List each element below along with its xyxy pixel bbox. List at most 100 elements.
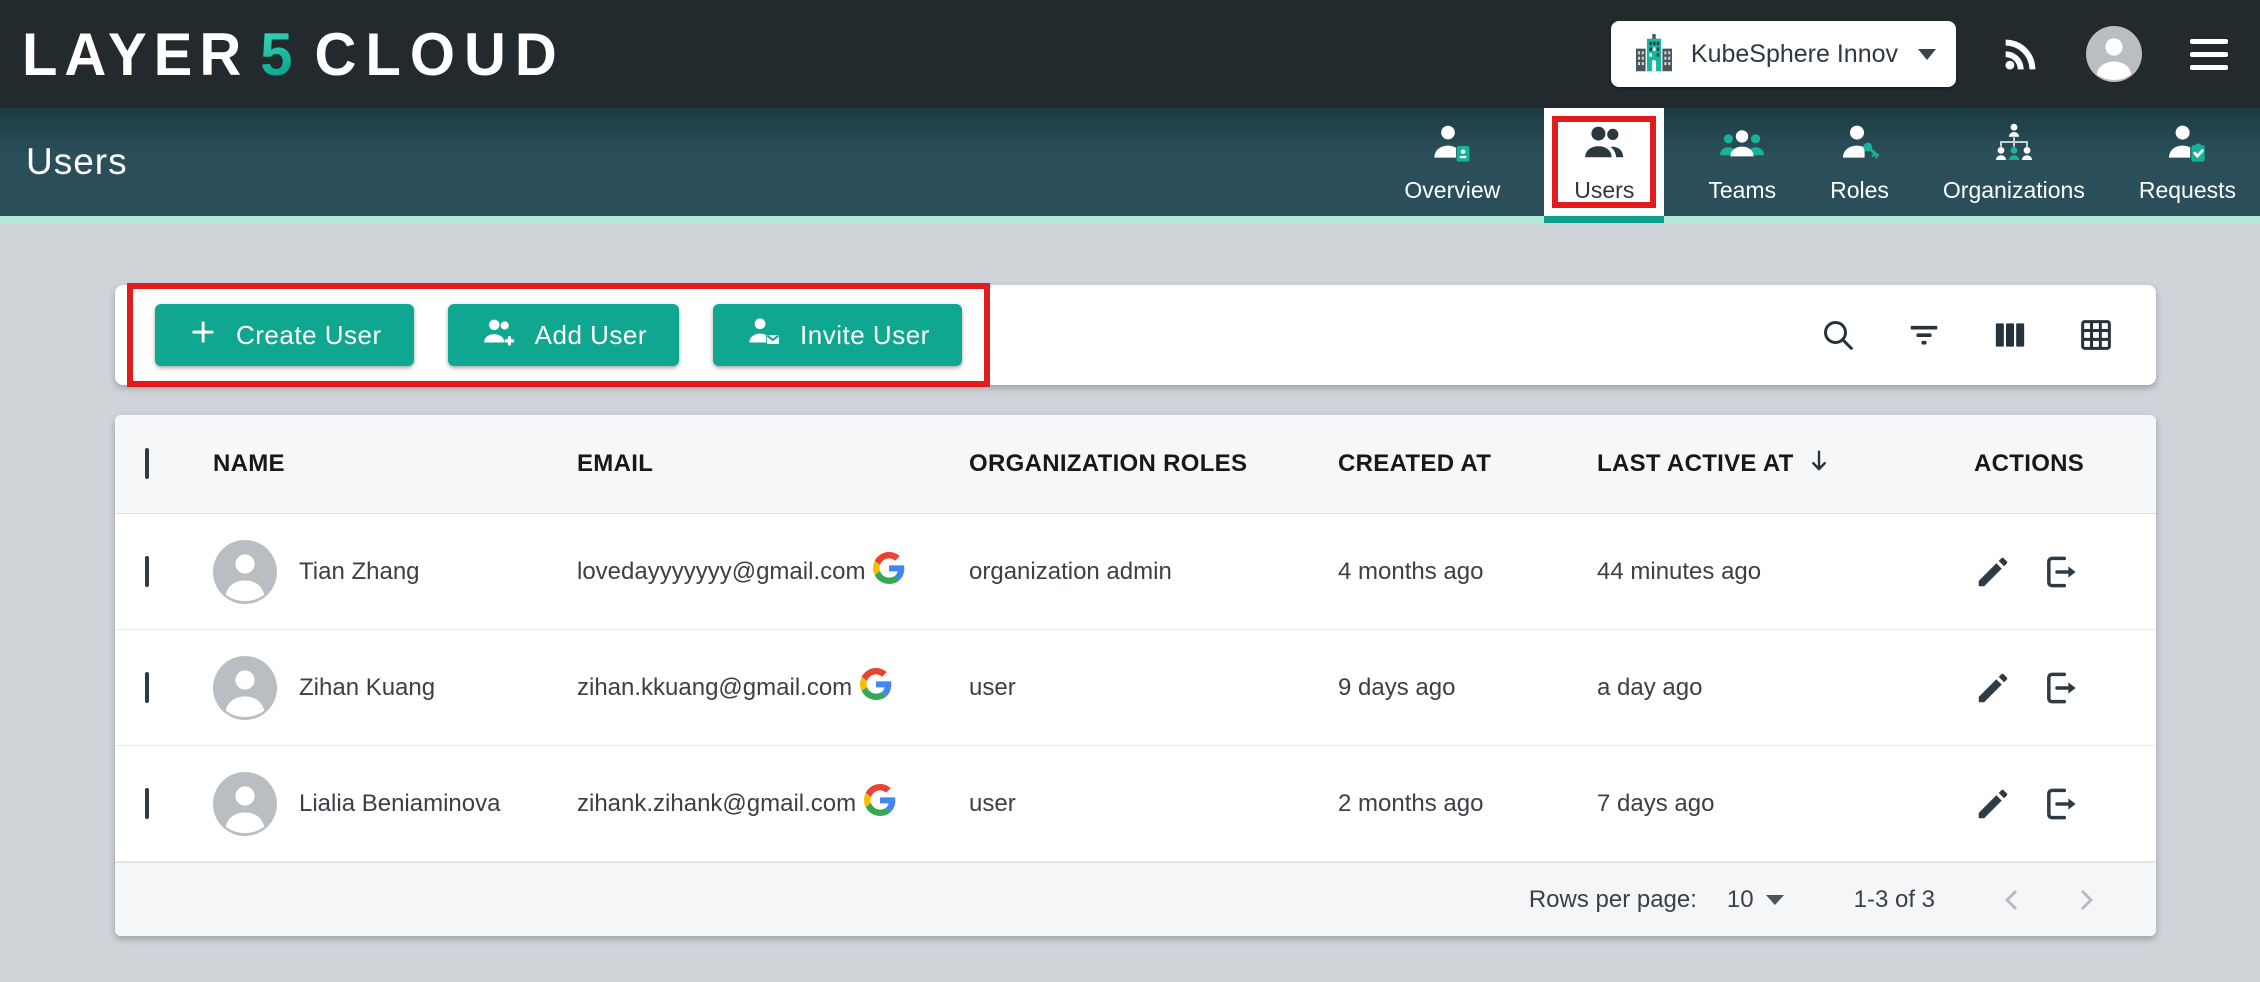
edit-user-icon[interactable] [1974,669,2012,707]
rows-per-page-value: 10 [1727,886,1754,914]
column-header-org-roles[interactable]: ORGANIZATION ROLES [969,450,1338,478]
header-actions: KubeSphere Innov [1611,21,2234,87]
sort-desc-icon [1804,446,1834,483]
column-header-last-active-at[interactable]: LAST ACTIVE AT [1597,446,1956,483]
invite-user-button[interactable]: Invite User [713,304,962,366]
created-at: 2 months ago [1338,790,1597,818]
table-header-row: NAME EMAIL ORGANIZATION ROLES CREATED AT… [115,415,2156,514]
user-email: zihan.kkuang@gmail.com [577,674,852,702]
edit-user-icon[interactable] [1974,785,2012,823]
next-page-icon[interactable] [2071,885,2101,915]
person-add-icon [480,313,518,358]
remove-user-icon[interactable] [2040,668,2080,708]
person-clipboard-icon [2163,120,2211,168]
row-checkbox[interactable] [145,788,149,819]
edit-user-icon[interactable] [1974,553,2012,591]
person-key-icon [1836,120,1884,168]
last-active-at: a day ago [1597,674,1956,702]
menu-icon[interactable] [2184,33,2234,76]
page-title: Users [0,141,128,183]
user-name: Lialia Beniaminova [299,790,500,818]
column-header-label: LAST ACTIVE AT [1597,450,1794,478]
last-active-at: 44 minutes ago [1597,558,1956,586]
chevron-down-icon [1918,49,1936,60]
annotation-box-user-buttons: Create User Add User [127,283,990,387]
avatar [213,772,277,836]
created-at: 9 days ago [1338,674,1597,702]
previous-page-icon[interactable] [1997,885,2027,915]
app-header: LAYER5 CLOUD [0,0,2260,108]
logo-text-cloud: CLOUD [315,19,566,89]
org-hierarchy-icon [1990,120,2038,168]
google-icon [864,784,896,823]
select-all-checkbox[interactable] [145,448,149,479]
column-header-created-at[interactable]: CREATED AT [1338,450,1597,478]
user-email: lovedayyyyyyy@gmail.com [577,558,865,586]
tab-teams[interactable]: Teams [1698,108,1786,216]
avatar [213,656,277,720]
filter-icon[interactable] [1904,315,1944,355]
building-icon [1631,31,1677,77]
tab-label: Overview [1404,177,1500,204]
tab-requests[interactable]: Requests [2129,108,2246,216]
pagination-range: 1-3 of 3 [1854,886,1935,914]
section-nav-bar: Users Overview [0,108,2260,216]
google-icon [873,552,905,591]
add-user-button[interactable]: Add User [448,304,679,366]
add-user-label: Add User [535,320,647,351]
create-user-label: Create User [236,320,382,351]
org-roles: user [969,790,1338,818]
row-checkbox[interactable] [145,556,149,587]
users-toolbar: Create User Add User [115,285,2156,385]
tab-roles[interactable]: Roles [1820,108,1899,216]
table-tools [1818,315,2116,355]
column-header-name[interactable]: NAME [213,450,577,478]
nav-tabs: Overview Users [1394,108,2260,216]
rss-feed-icon[interactable] [1998,31,2044,77]
column-header-actions: ACTIONS [1956,450,2156,478]
layer5-cloud-logo[interactable]: LAYER5 CLOUD [22,21,566,88]
org-roles: organization admin [969,558,1338,586]
tab-label: Roles [1830,177,1889,204]
org-roles: user [969,674,1338,702]
user-name: Tian Zhang [299,558,420,586]
view-columns-icon[interactable] [1990,315,2030,355]
tab-label: Teams [1708,177,1776,204]
chevron-down-icon [1766,895,1784,905]
person-badge-icon [1428,120,1476,168]
user-name: Zihan Kuang [299,674,435,702]
tab-label: Organizations [1943,177,2085,204]
nav-accent-line [0,216,2260,223]
user-avatar[interactable] [2086,26,2142,82]
grid-view-icon[interactable] [2076,315,2116,355]
rows-per-page-label: Rows per page: [1529,886,1697,914]
last-active-at: 7 days ago [1597,790,1956,818]
table-row[interactable]: Zihan Kuang zihan.kkuang@gmail.com user … [115,630,2156,746]
remove-user-icon[interactable] [2040,784,2080,824]
organization-selector-value: KubeSphere Innov [1691,40,1898,69]
tab-label: Users [1574,177,1634,204]
pager-controls [1997,885,2101,915]
group-icon [1718,120,1766,168]
logo-text-five: 5 [260,19,294,89]
tab-users[interactable]: Users [1544,108,1664,216]
column-header-email[interactable]: EMAIL [577,450,969,478]
tab-label: Requests [2139,177,2236,204]
logo-text-layer: LAYER [22,19,248,89]
created-at: 4 months ago [1338,558,1597,586]
row-checkbox[interactable] [145,672,149,703]
remove-user-icon[interactable] [2040,552,2080,592]
table-row[interactable]: Lialia Beniaminova zihank.zihank@gmail.c… [115,746,2156,862]
rows-per-page-select[interactable]: 10 [1727,886,1784,914]
invite-user-label: Invite User [800,320,930,351]
create-user-button[interactable]: Create User [155,304,414,366]
people-icon [1580,120,1628,168]
user-email: zihank.zihank@gmail.com [577,790,856,818]
plus-icon [187,316,219,355]
tab-organizations[interactable]: Organizations [1933,108,2095,216]
table-row[interactable]: Tian Zhang lovedayyyyyyy@gmail.com organ… [115,514,2156,630]
organization-selector[interactable]: KubeSphere Innov [1611,21,1956,87]
tab-overview[interactable]: Overview [1394,108,1510,216]
avatar [213,540,277,604]
search-icon[interactable] [1818,315,1858,355]
